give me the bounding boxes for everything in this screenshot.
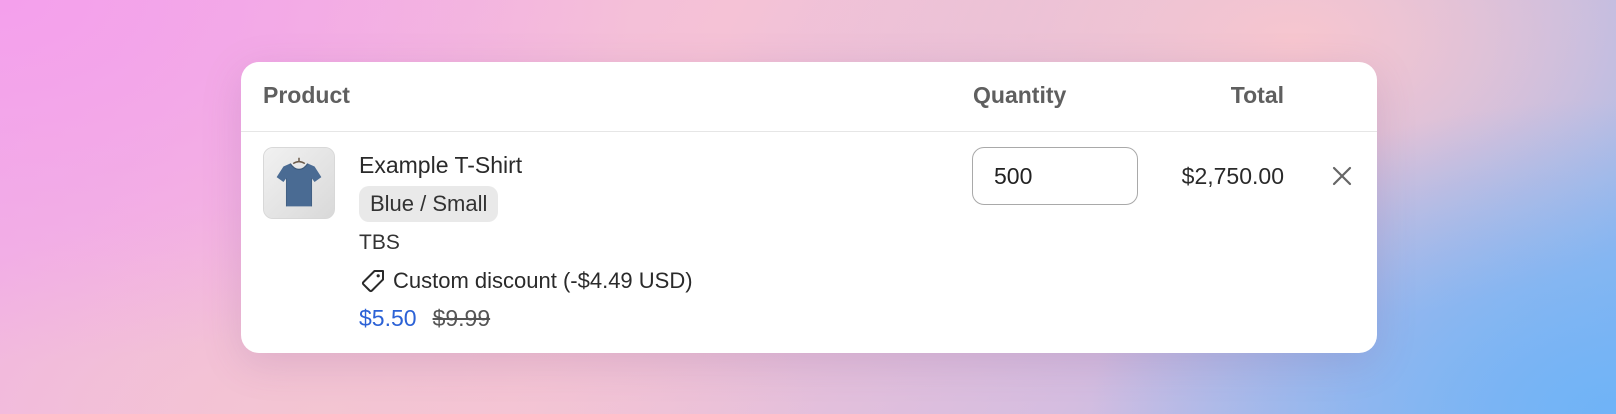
discounted-price: $5.50	[359, 305, 417, 331]
column-header-product: Product	[263, 82, 350, 108]
product-sku: TBS	[359, 231, 400, 254]
variant-badge: Blue / Small	[359, 186, 499, 222]
remove-item-button[interactable]	[1327, 161, 1357, 191]
column-header-quantity: Quantity	[973, 82, 1067, 108]
tshirt-thumbnail	[263, 147, 335, 219]
price-group: $5.50 $9.99	[359, 305, 693, 331]
original-price: $9.99	[432, 305, 491, 331]
table-header: Product Quantity Total	[241, 62, 1377, 132]
cart-card: Product Quantity Total Example T-Shirt B…	[241, 62, 1377, 353]
close-icon	[1332, 166, 1352, 186]
tag-icon	[359, 267, 387, 295]
discount-line: Custom discount (-$4.49 USD)	[359, 267, 693, 295]
product-details: Example T-Shirt Blue / Small TBS Custom …	[359, 152, 693, 331]
column-header-total: Total	[1230, 82, 1284, 108]
line-total: $2,750.00	[1181, 163, 1284, 189]
table-row: Example T-Shirt Blue / Small TBS Custom …	[241, 132, 1377, 353]
product-name: Example T-Shirt	[359, 152, 523, 178]
quantity-input[interactable]	[972, 147, 1138, 205]
discount-label: Custom discount (-$4.49 USD)	[393, 268, 693, 293]
